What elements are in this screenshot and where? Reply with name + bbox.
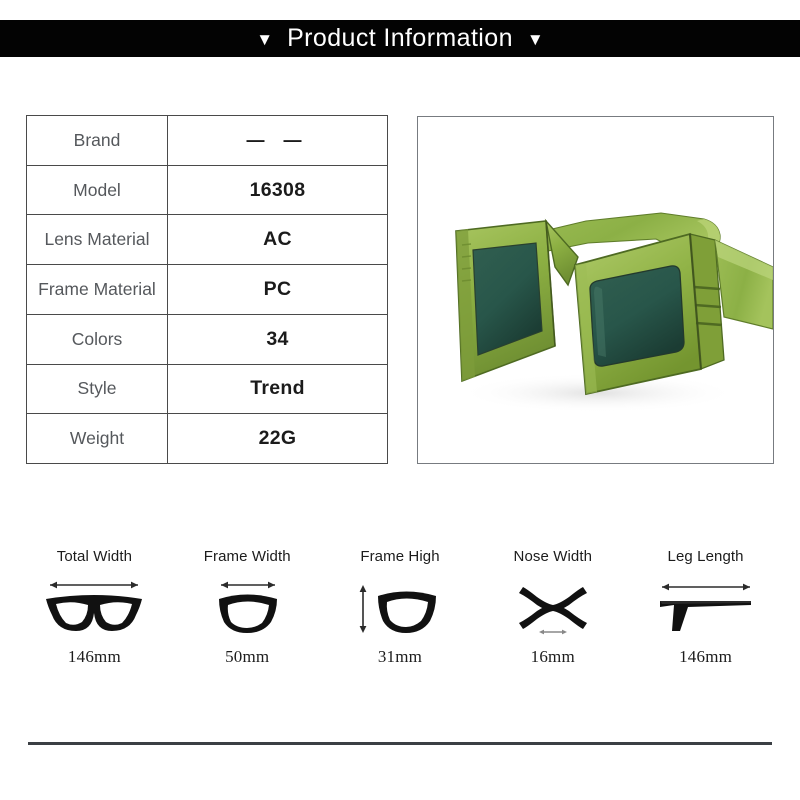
triangle-down-left-icon: ▼ — [256, 30, 274, 49]
single-lens-height-icon — [344, 575, 456, 641]
spec-label-model: Model — [27, 165, 168, 215]
measurement-frame-width: Frame Width 50mm — [171, 548, 324, 673]
measurement-nose-width: Nose Width 16mm — [476, 548, 629, 673]
measurement-value: 50mm — [225, 647, 270, 666]
measurement-label: Frame High — [360, 548, 440, 565]
spec-value-lens-material: AC — [263, 228, 292, 251]
measurement-frame-high: Frame High 31mm — [324, 548, 477, 673]
measurement-value: 31mm — [377, 647, 423, 666]
measurement-label: Nose Width — [513, 548, 593, 565]
table-row: Style Trend — [27, 364, 387, 415]
measurement-value: 16mm — [530, 647, 575, 666]
nose-bridge-icon — [497, 575, 609, 641]
spec-value-weight: 22G — [258, 427, 297, 450]
sunglasses-product-image — [418, 117, 773, 463]
temple-arm-icon — [650, 575, 762, 641]
measurements-row: Total Width 146mm Frame Width 50mm Frame… — [18, 548, 782, 673]
measurement-value: 146mm — [679, 647, 733, 666]
spec-value-brand: — — — [246, 129, 309, 150]
page-header-banner: ▼ Product Information ▼ — [0, 20, 800, 57]
triangle-down-right-icon: ▼ — [526, 30, 544, 49]
product-image-panel — [417, 116, 774, 464]
measurement-label: Leg Length — [667, 548, 744, 565]
table-row: Weight 22G — [27, 414, 387, 464]
measurement-leg-length: Leg Length 146mm — [629, 548, 782, 673]
single-lens-width-icon — [191, 575, 303, 641]
measurement-label: Total Width — [56, 548, 133, 565]
spec-label-lens-material: Lens Material — [27, 215, 168, 265]
page-title: Product Information — [287, 24, 513, 52]
spec-value-style: Trend — [250, 377, 305, 400]
table-row: Colors 34 — [27, 314, 387, 365]
measurement-total-width: Total Width 146mm — [18, 548, 171, 673]
table-row: Frame Material PC — [27, 265, 387, 315]
spec-label-frame-material: Frame Material — [27, 265, 168, 314]
measurement-value: 146mm — [67, 647, 121, 666]
table-row: Brand — — — [27, 116, 387, 166]
specification-table: Brand — — Model 16308 Lens Material AC F… — [26, 115, 388, 464]
spec-label-colors: Colors — [27, 314, 168, 364]
spec-value-model: 16308 — [249, 178, 306, 201]
spec-value-frame-material: PC — [263, 278, 292, 301]
spec-value-colors: 34 — [266, 327, 289, 350]
table-row: Lens Material AC — [27, 215, 387, 266]
spec-label-style: Style — [27, 364, 168, 414]
table-row: Model 16308 — [27, 165, 387, 216]
bottom-divider — [28, 742, 772, 745]
spec-label-brand: Brand — [27, 116, 168, 165]
spec-label-weight: Weight — [27, 414, 168, 464]
measurement-label: Frame Width — [203, 548, 291, 565]
full-glasses-width-icon — [38, 575, 150, 641]
